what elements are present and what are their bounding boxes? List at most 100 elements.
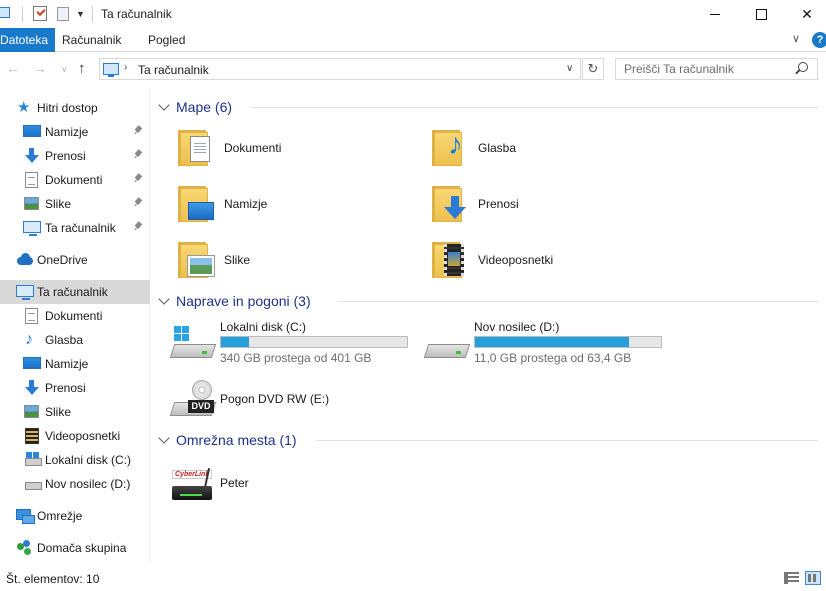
- drive-name: Lokalni disk (C:): [220, 320, 307, 334]
- cloud-icon: [16, 252, 34, 268]
- desktop-icon: [23, 125, 41, 137]
- drive-volume-d[interactable]: Nov nosilec (D:) 11,0 GB prostega od 63,…: [423, 320, 674, 366]
- breadcrumb-location[interactable]: Ta računalnik: [138, 63, 209, 77]
- document-icon: [25, 308, 38, 324]
- sidebar-item-network[interactable]: Omrežje: [0, 504, 150, 528]
- separator: [92, 6, 93, 22]
- documents-folder-icon: [174, 126, 214, 168]
- pin-icon[interactable]: [134, 150, 144, 160]
- homegroup-icon: [15, 539, 33, 555]
- sidebar-item-desktop[interactable]: Namizje: [0, 352, 150, 376]
- minimize-button[interactable]: [692, 0, 738, 28]
- sidebar-item-downloads-pinned[interactable]: Prenosi: [0, 144, 150, 168]
- sidebar-item-documents-pinned[interactable]: Dokumenti: [0, 168, 150, 192]
- drive-usage-bar: [474, 336, 662, 348]
- pictures-folder-icon: [174, 238, 215, 280]
- new-folder-icon[interactable]: [57, 7, 69, 21]
- sidebar-item-this-pc-pinned[interactable]: Ta računalnik: [0, 216, 150, 240]
- properties-icon[interactable]: [33, 6, 47, 21]
- drive-icon: [423, 326, 471, 366]
- group-divider: [250, 107, 818, 108]
- folder-downloads[interactable]: Prenosi: [428, 182, 668, 232]
- pin-icon[interactable]: [134, 198, 144, 208]
- downloads-folder-icon: [428, 182, 468, 224]
- pin-icon[interactable]: [134, 222, 144, 232]
- customize-toolbar-chevron-icon[interactable]: ▼: [76, 9, 85, 19]
- address-dropdown-chevron-icon[interactable]: ∨: [566, 63, 573, 74]
- breadcrumb-chevron-icon[interactable]: ›: [124, 62, 127, 73]
- folder-music[interactable]: ♪ Glasba: [428, 126, 668, 176]
- tab-computer[interactable]: Računalnik: [50, 28, 133, 52]
- sidebar-item-homegroup[interactable]: Domača skupina: [0, 536, 150, 560]
- videos-folder-icon: [428, 238, 468, 280]
- sidebar-item-pictures[interactable]: Slike: [0, 400, 150, 424]
- details-view-icon[interactable]: [784, 572, 799, 584]
- large-icons-view-icon[interactable]: [805, 571, 821, 585]
- item-count: Št. elementov: 10: [6, 572, 100, 586]
- close-button[interactable]: ✕: [784, 0, 826, 28]
- group-header-folders[interactable]: Mape (6): [158, 97, 818, 117]
- content-pane: Mape (6) Dokumenti ♪ Glasba Namizje Pren…: [150, 88, 826, 563]
- forward-arrow-icon[interactable]: →: [33, 60, 47, 76]
- back-arrow-icon[interactable]: ←: [6, 60, 20, 76]
- folder-pictures[interactable]: Slike: [174, 238, 414, 288]
- navigation-pane: ★ Hitri dostop Namizje Prenosi Dokumenti…: [0, 88, 150, 563]
- folder-videos[interactable]: Videoposnetki: [428, 238, 668, 288]
- computer-icon[interactable]: [0, 7, 10, 18]
- sidebar-item-volume-d[interactable]: Nov nosilec (D:): [0, 472, 150, 496]
- search-box[interactable]: [615, 58, 818, 80]
- ribbon-tabs: Datoteka Računalnik Pogled ∨ ?: [0, 28, 826, 52]
- drive-name: Nov nosilec (D:): [474, 320, 560, 334]
- sidebar-item-desktop-pinned[interactable]: Namizje: [0, 120, 150, 144]
- sidebar-item-videos[interactable]: Videoposnetki: [0, 424, 150, 448]
- refresh-button[interactable]: ↻: [582, 58, 604, 80]
- group-header-network[interactable]: Omrežna mesta (1): [158, 430, 818, 450]
- music-folder-icon: ♪: [428, 126, 468, 168]
- network-icon: [16, 507, 35, 524]
- maximize-button[interactable]: [738, 0, 784, 28]
- sidebar-item-downloads[interactable]: Prenosi: [0, 376, 150, 400]
- search-input[interactable]: [624, 62, 794, 76]
- help-icon[interactable]: ?: [812, 32, 826, 48]
- drive-local-disk-c[interactable]: Lokalni disk (C:) 340 GB prostega od 401…: [169, 320, 420, 366]
- up-arrow-icon[interactable]: ↑: [78, 60, 86, 77]
- drive-dvd-e[interactable]: DVD Pogon DVD RW (E:): [169, 378, 420, 424]
- folder-desktop[interactable]: Namizje: [174, 182, 414, 232]
- sidebar-item-music[interactable]: ♪ Glasba: [0, 328, 150, 352]
- sidebar-item-local-disk-c[interactable]: Lokalni disk (C:): [0, 448, 150, 472]
- folder-documents[interactable]: Dokumenti: [174, 126, 414, 176]
- computer-icon: [103, 63, 119, 77]
- sidebar-item-documents[interactable]: Dokumenti: [0, 304, 150, 328]
- tab-file[interactable]: Datoteka: [0, 28, 56, 52]
- desktop-folder-icon: [174, 182, 214, 224]
- group-header-devices[interactable]: Naprave in pogoni (3): [158, 291, 818, 311]
- recent-locations-chevron-icon[interactable]: ∨: [61, 64, 68, 75]
- collapse-chevron-icon[interactable]: [158, 293, 170, 305]
- network-device-peter[interactable]: CyberLink Peter: [170, 462, 410, 508]
- group-divider: [338, 301, 818, 302]
- sidebar-item-this-pc[interactable]: Ta računalnik: [0, 280, 150, 304]
- sidebar-item-pictures-pinned[interactable]: Slike: [0, 192, 150, 216]
- drive-usage-fill: [475, 337, 630, 347]
- collapse-chevron-icon[interactable]: [158, 99, 170, 111]
- search-icon[interactable]: [798, 62, 808, 72]
- drive-usage-fill: [221, 337, 249, 347]
- computer-icon: [23, 221, 41, 236]
- computer-icon: [16, 285, 34, 300]
- sidebar-item-onedrive[interactable]: OneDrive: [0, 248, 150, 272]
- tab-view[interactable]: Pogled: [136, 28, 197, 52]
- group-divider: [316, 440, 818, 441]
- address-bar[interactable]: › Ta računalnik ∨: [99, 58, 581, 80]
- drive-free-space: 340 GB prostega od 401 GB: [220, 351, 372, 365]
- pin-icon[interactable]: [134, 174, 144, 184]
- drive-free-space: 11,0 GB prostega od 63,4 GB: [474, 351, 632, 365]
- separator: [22, 6, 23, 22]
- music-icon: ♪: [25, 331, 33, 348]
- pin-icon[interactable]: [134, 126, 144, 136]
- drive-usage-bar: [220, 336, 408, 348]
- picture-icon: [24, 197, 39, 210]
- sidebar-item-quick-access[interactable]: ★ Hitri dostop: [0, 96, 150, 120]
- collapse-chevron-icon[interactable]: [158, 432, 170, 444]
- expand-ribbon-chevron-icon[interactable]: ∨: [792, 32, 800, 45]
- picture-icon: [24, 405, 39, 418]
